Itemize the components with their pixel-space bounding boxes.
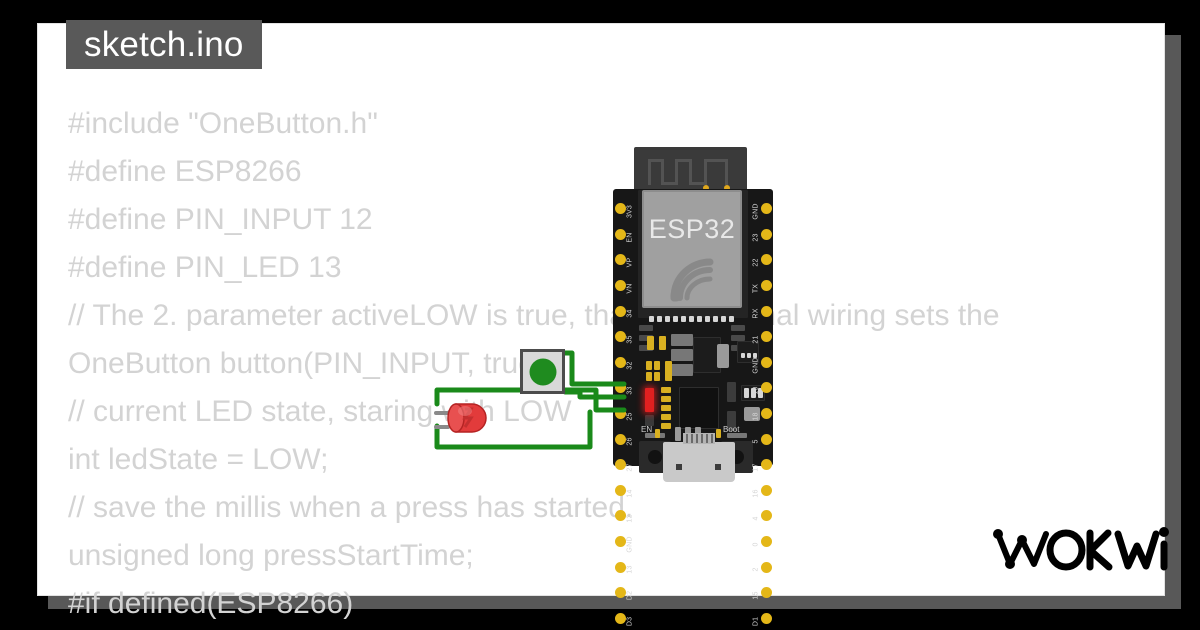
code-line: #define PIN_INPUT 12 [68,203,373,236]
code-line: #if defined(ESP8266) [68,587,354,620]
code-line: // The 2. parameter activeLOW is true, t… [68,299,1000,332]
code-line: #define ESP8266 [68,155,302,188]
code-line: // current LED state, staring with LOW [68,395,572,428]
file-tab[interactable]: sketch.ino [66,20,262,69]
code-line: #define PIN_LED 13 [68,251,342,284]
code-line: OneButton button(PIN_INPUT, true); [68,347,554,380]
screenshot-root: #include "OneButton.h" #define ESP8266 #… [0,0,1200,630]
wokwi-logo [993,527,1169,571]
code-line: int ledState = LOW; [68,443,329,476]
code-line: #include "OneButton.h" [68,107,378,140]
file-tab-label: sketch.ino [84,25,244,64]
